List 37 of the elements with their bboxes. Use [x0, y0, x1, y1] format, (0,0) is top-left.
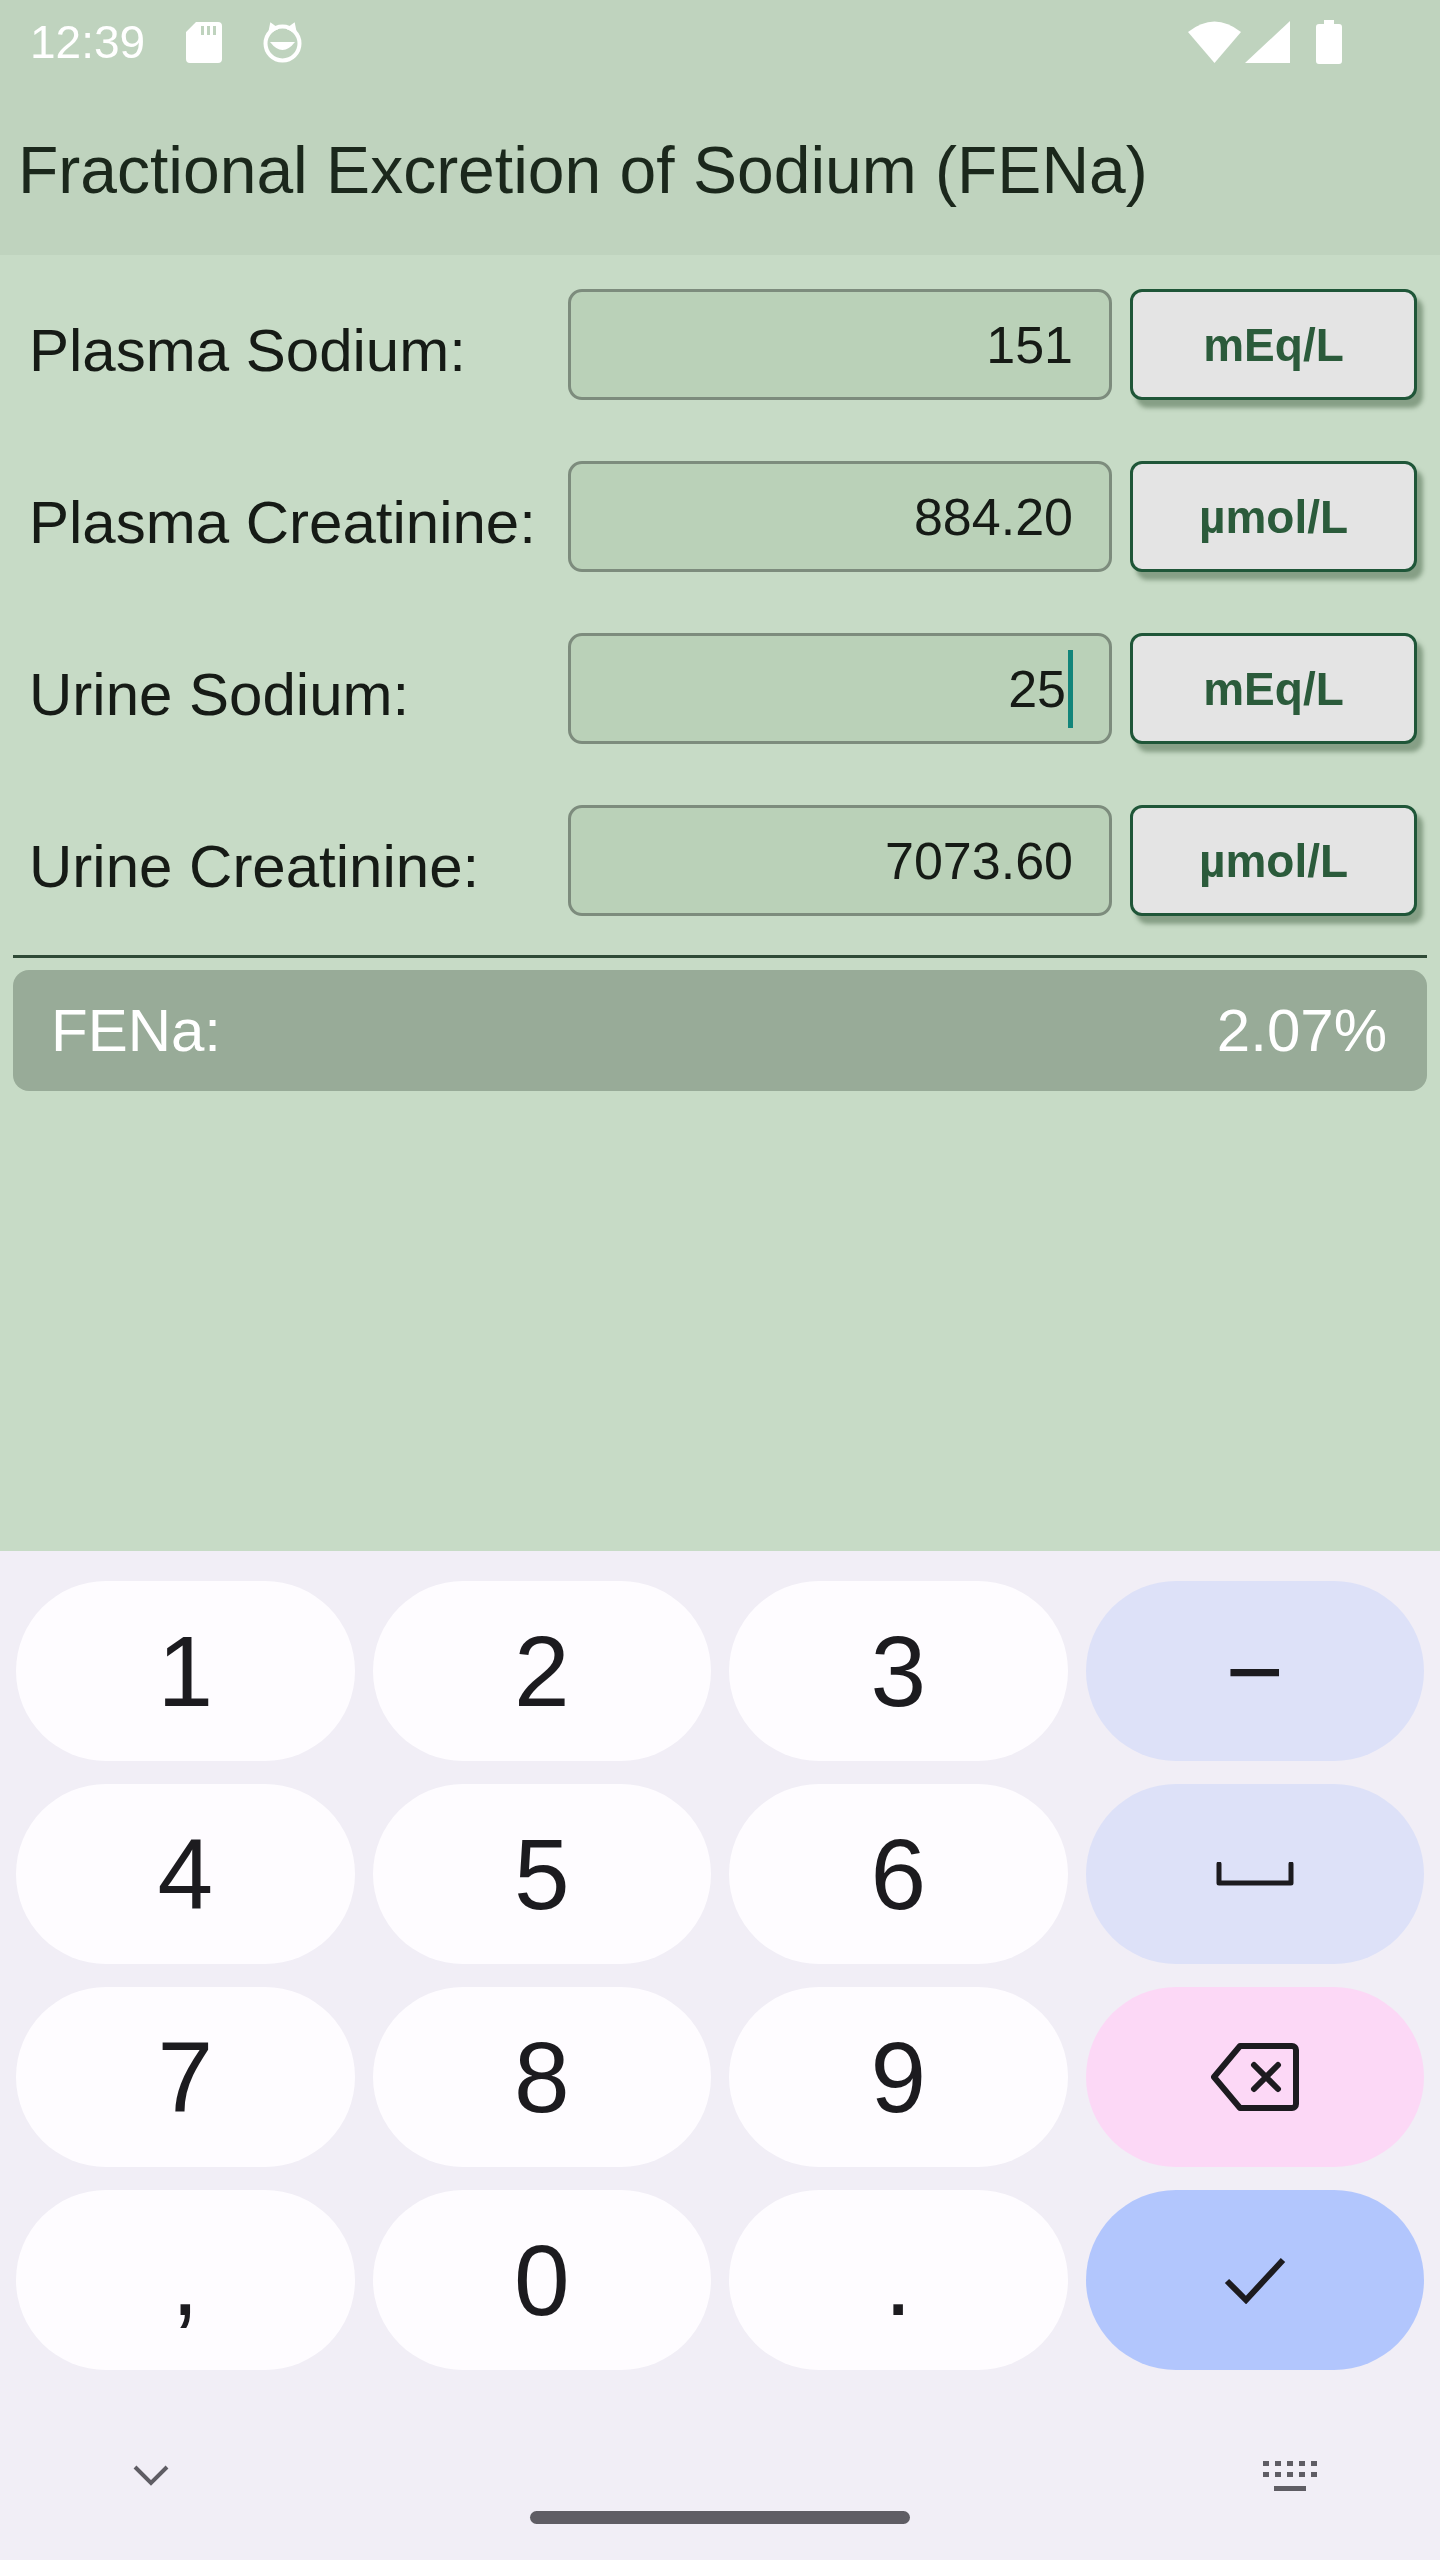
keyboard-key[interactable]: 8: [372, 1987, 711, 2167]
result-value: 2.07%: [1216, 1000, 1387, 1061]
unit-button[interactable]: µmol/L: [1130, 805, 1417, 916]
keyboard-icon[interactable]: [1263, 2461, 1317, 2491]
result-label: FENa:: [51, 1000, 222, 1061]
sd-card-icon: [186, 21, 223, 63]
signal-icon: [1245, 21, 1290, 63]
backspace-icon: [1209, 2042, 1300, 2112]
number-input[interactable]: 151: [568, 289, 1112, 400]
number-input[interactable]: 25: [568, 633, 1112, 744]
space-bar-icon: [1215, 1862, 1294, 1886]
field-label: Urine Creatinine:: [29, 831, 481, 897]
field-label: Plasma Sodium:: [29, 315, 467, 381]
minus-key[interactable]: −: [1085, 1581, 1424, 1761]
chevron-down-icon[interactable]: [133, 2465, 169, 2487]
keyboard-key[interactable]: 7: [16, 1987, 355, 2167]
battery-icon: [1316, 20, 1342, 64]
keyboard-key[interactable]: 6: [729, 1784, 1068, 1964]
keyboard-key[interactable]: 5: [372, 1784, 711, 1964]
keyboard-key[interactable]: .: [729, 2190, 1068, 2370]
number-input[interactable]: 884.20: [568, 461, 1112, 572]
keyboard-key[interactable]: 4: [16, 1784, 355, 1964]
keyboard-key[interactable]: 2: [372, 1581, 711, 1761]
keyboard-key[interactable]: 9: [729, 1987, 1068, 2167]
check-icon: [1223, 2256, 1286, 2304]
wifi-icon: [1188, 21, 1241, 63]
unit-button[interactable]: µmol/L: [1130, 461, 1417, 572]
field-label: Plasma Creatinine:: [29, 487, 537, 553]
keyboard-key[interactable]: 1: [16, 1581, 355, 1761]
keyboard-key[interactable]: 0: [372, 2190, 711, 2370]
number-input[interactable]: 7073.60: [568, 805, 1112, 916]
keyboard-key[interactable]: ,: [16, 2190, 355, 2370]
unit-button[interactable]: mEq/L: [1130, 289, 1417, 400]
keyboard-key[interactable]: 3: [729, 1581, 1068, 1761]
unit-button[interactable]: mEq/L: [1130, 633, 1417, 744]
status-time: 12:39: [30, 19, 146, 65]
field-label: Urine Sodium:: [29, 659, 411, 725]
